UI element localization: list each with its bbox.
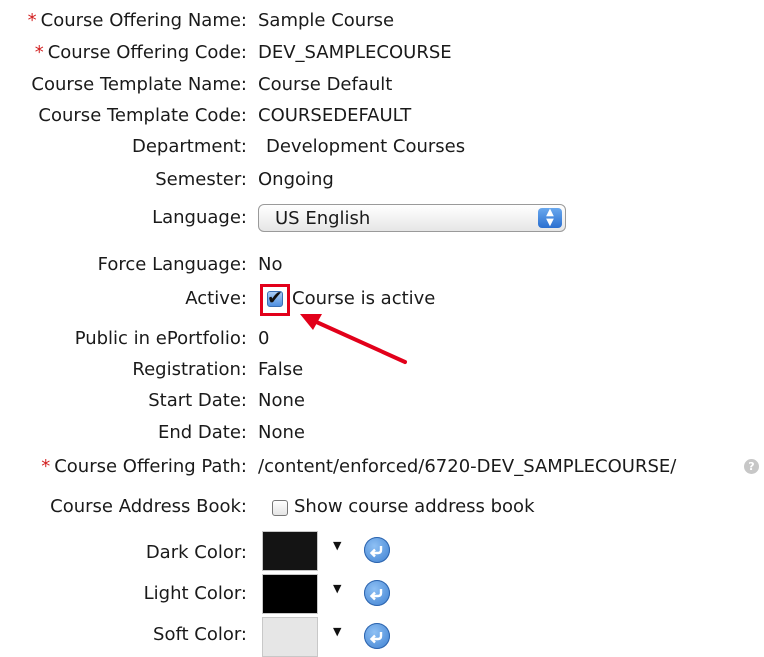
template-code-label: Course Template Code: (38, 105, 247, 126)
row-end-date: End Date: None (0, 421, 764, 445)
row-language: Language: US English ▲ ▼ (0, 204, 764, 232)
registration-label: Registration: (132, 359, 247, 380)
language-selected-value: US English (275, 208, 371, 229)
row-public-eportfolio: Public in ePortfolio: 0 (0, 327, 764, 351)
row-dark-color: Dark Color: ▼ (0, 531, 764, 571)
soft-color-swatch[interactable] (262, 617, 318, 657)
apply-color-icon[interactable] (364, 537, 390, 563)
offering-path-label: * Course Offering Path: (41, 456, 247, 477)
address-book-label: Course Address Book: (50, 496, 247, 517)
registration-value: False (258, 359, 304, 380)
template-name-value: Course Default (258, 74, 393, 95)
start-date-label: Start Date: (148, 390, 247, 411)
address-book-checkbox-label[interactable]: Show course address book (294, 495, 535, 519)
active-checkbox-label[interactable]: Course is active (292, 287, 435, 311)
soft-color-label: Soft Color: (153, 624, 247, 645)
dropdown-arrow-icon[interactable]: ▼ (333, 582, 341, 595)
row-start-date: Start Date: None (0, 389, 764, 413)
required-marker: * (34, 42, 44, 63)
row-light-color: Light Color: ▼ (0, 574, 764, 614)
public-eportfolio-label: Public in ePortfolio: (74, 328, 247, 349)
offering-name-label: * Course Offering Name: (27, 10, 247, 31)
semester-value: Ongoing (258, 169, 334, 190)
light-color-swatch[interactable] (262, 574, 318, 614)
row-offering-code: * Course Offering Code: DEV_SAMPLECOURSE (0, 41, 764, 65)
public-eportfolio-value: 0 (258, 328, 270, 349)
row-template-code: Course Template Code: COURSEDEFAULT (0, 104, 764, 128)
select-arrows-icon: ▲ ▼ (538, 208, 562, 228)
semester-label: Semester: (155, 169, 247, 190)
required-marker: * (41, 456, 51, 477)
help-icon[interactable]: ? (744, 459, 759, 474)
language-select[interactable]: US English ▲ ▼ (258, 204, 566, 232)
department-value: Development Courses (266, 136, 466, 157)
offering-code-label: * Course Offering Code: (34, 42, 247, 63)
row-soft-color: Soft Color: ▼ (0, 617, 764, 657)
offering-path-value: /content/enforced/6720-DEV_SAMPLECOURSE/ (258, 456, 677, 477)
end-date-label: End Date: (157, 422, 247, 443)
language-label: Language: (152, 207, 247, 228)
row-template-name: Course Template Name: Course Default (0, 73, 764, 97)
template-name-label: Course Template Name: (31, 74, 247, 95)
department-label: Department: (132, 136, 247, 157)
active-label: Active: (185, 288, 247, 309)
dark-color-label: Dark Color: (145, 542, 247, 563)
apply-color-icon[interactable] (364, 623, 390, 649)
row-active: Active: ✔ Course is active (0, 287, 764, 311)
dropdown-arrow-icon[interactable]: ▼ (333, 625, 341, 638)
force-language-label: Force Language: (97, 254, 247, 275)
dropdown-arrow-icon[interactable]: ▼ (333, 539, 341, 552)
row-semester: Semester: Ongoing (0, 168, 764, 192)
row-force-language: Force Language: No (0, 253, 764, 277)
end-date-value: None (258, 422, 305, 443)
light-color-label: Light Color: (143, 583, 247, 604)
highlight-box (260, 284, 290, 316)
row-department: Department: Development Courses (0, 135, 764, 159)
row-address-book: Course Address Book: Show course address… (0, 495, 764, 519)
force-language-value: No (258, 254, 283, 275)
row-offering-name: * Course Offering Name: Sample Course (0, 9, 764, 33)
start-date-value: None (258, 390, 305, 411)
dark-color-swatch[interactable] (262, 531, 318, 571)
row-registration: Registration: False (0, 358, 764, 382)
row-offering-path: * Course Offering Path: /content/enforced… (0, 455, 764, 479)
template-code-value: COURSEDEFAULT (258, 105, 412, 126)
required-marker: * (27, 10, 37, 31)
offering-name-value: Sample Course (258, 10, 395, 31)
apply-color-icon[interactable] (364, 580, 390, 606)
address-book-checkbox[interactable] (272, 500, 288, 516)
offering-code-value: DEV_SAMPLECOURSE (258, 42, 452, 63)
